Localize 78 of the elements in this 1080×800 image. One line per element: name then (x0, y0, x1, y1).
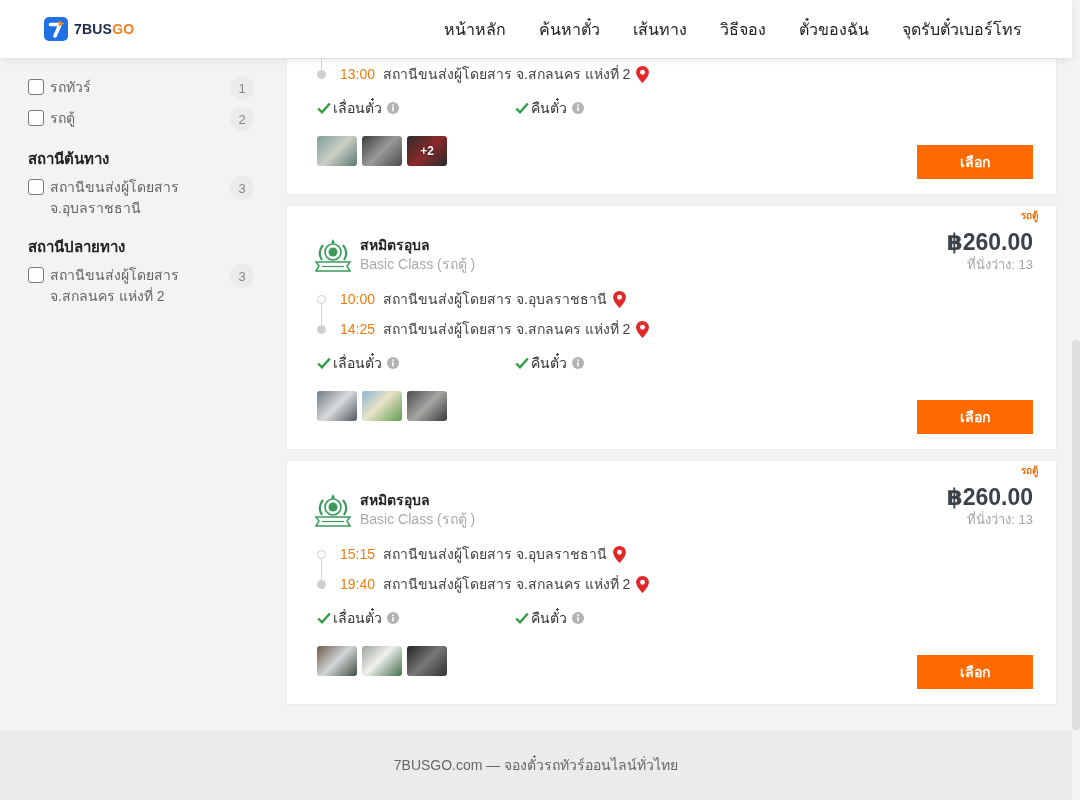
info-icon[interactable] (387, 357, 399, 369)
feature-label: คืนตั๋ว (531, 352, 567, 373)
bus-class: Basic Class (รถตู้ ) (360, 255, 476, 274)
info-icon[interactable] (572, 102, 584, 114)
stop-dot-icon (317, 69, 326, 79)
feature-label: คืนตั๋ว (531, 97, 567, 118)
station-name: สถานีขนส่งผู้โดยสาร จ.อุบลราชธานี (383, 545, 607, 565)
checkbox[interactable] (28, 267, 44, 283)
nav-link[interactable]: ค้นหาตั๋ว (539, 16, 600, 42)
checkbox[interactable] (28, 110, 44, 126)
count-badge: 1 (230, 76, 254, 100)
station-name: สถานีขนส่งผู้โดยสาร จ.สกลนคร แห่งที่ 2 (383, 319, 631, 340)
photo-placeholder[interactable] (317, 136, 357, 166)
stop-dot-icon (317, 579, 326, 589)
photo-placeholder[interactable] (362, 136, 402, 166)
price: ฿260.00 (946, 228, 1033, 256)
stop-time: 10:00 (340, 291, 376, 307)
filter-heading: สถานีต้นทาง (28, 149, 110, 169)
emblem-icon (313, 493, 353, 527)
nav-link[interactable]: หน้าหลัก (444, 16, 506, 42)
station-name: สถานีขนส่งผู้โดยสาร จ.อุบลราชธานี (383, 290, 607, 310)
nav-link[interactable]: วิธีจอง (720, 16, 766, 42)
photo-placeholder[interactable] (362, 646, 402, 676)
filter-option-label[interactable]: รถตู้ (50, 108, 75, 129)
feature-label: คืนตั๋ว (531, 607, 567, 628)
map-pin-icon[interactable] (636, 320, 650, 338)
stop-time: 15:15 (340, 546, 376, 562)
station-name: สถานีขนส่งผู้โดยสาร จ.สกลนคร แห่งที่ 2 (383, 64, 631, 85)
checkbox[interactable] (28, 179, 44, 195)
nav-link[interactable]: เส้นทาง (633, 16, 687, 42)
count-badge: 3 (230, 264, 254, 288)
stop-dot-icon (317, 324, 326, 334)
stop-dot-icon (317, 294, 326, 304)
more-photos-count[interactable]: +2 (420, 144, 434, 158)
map-pin-icon[interactable] (636, 65, 650, 83)
price: ฿260.00 (946, 483, 1033, 511)
feature-label: เลื่อนตั๋ว (333, 352, 382, 373)
map-pin-icon[interactable] (612, 545, 626, 563)
photo-placeholder[interactable] (407, 391, 447, 421)
vehicle-tag: รถตู้ (1021, 209, 1038, 223)
stop-time: 19:40 (340, 576, 376, 592)
photo-placeholder[interactable] (317, 391, 357, 421)
logo-icon (44, 17, 68, 41)
photo-placeholder[interactable] (407, 646, 447, 676)
bus-class: Basic Class (รถตู้ ) (360, 510, 476, 529)
vehicle-tag: รถตู้ (1021, 464, 1038, 478)
stop-dot-icon (317, 549, 326, 559)
info-icon[interactable] (572, 612, 584, 624)
photo-placeholder[interactable] (362, 391, 402, 421)
feature-label: เลื่อนตั๋ว (333, 607, 382, 628)
filter-heading: สถานีปลายทาง (28, 237, 126, 257)
seats-available: ที่นั่งว่าง: 13 (967, 257, 1033, 273)
map-pin-icon[interactable] (636, 575, 650, 593)
emblem-icon (313, 238, 353, 272)
footer-text: 7BUSGO.com — จองตั๋วรถทัวร์ออนไลน์ทั่วไทย (393, 754, 679, 775)
operator-name: สหมิตรอุบล (360, 491, 431, 510)
nav-link[interactable]: ตั๋วของฉัน (799, 16, 869, 42)
count-badge: 2 (230, 107, 254, 131)
seats-available: ที่นั่งว่าง: 13 (967, 512, 1033, 528)
filter-option-label[interactable]: รถทัวร์ (50, 77, 91, 98)
checkbox[interactable] (28, 79, 44, 95)
station-name: สถานีขนส่งผู้โดยสาร จ.สกลนคร แห่งที่ 2 (383, 574, 631, 595)
info-icon[interactable] (387, 102, 399, 114)
photo-placeholder[interactable] (317, 646, 357, 676)
info-icon[interactable] (387, 612, 399, 624)
count-badge: 3 (230, 176, 254, 200)
brand-name[interactable]: 7BUSGO (74, 21, 135, 37)
filter-option-label[interactable]: สถานีขนส่งผู้โดยสาร จ.สกลนคร แห่งที่ 2 (50, 265, 182, 307)
stop-time: 13:00 (340, 66, 376, 82)
map-pin-icon[interactable] (612, 290, 626, 308)
timeline-line (321, 59, 322, 70)
photo-placeholder[interactable]: +2 (407, 136, 447, 166)
operator-name: สหมิตรอุบล (360, 236, 431, 255)
info-icon[interactable] (572, 357, 584, 369)
stop-time: 14:25 (340, 321, 376, 337)
nav-link[interactable]: จุดรับตั๋วเบอร์โทร (902, 16, 1022, 42)
filter-option-label[interactable]: สถานีขนส่งผู้โดยสาร จ.อุบลราชธานี (50, 177, 182, 219)
feature-label: เลื่อนตั๋ว (333, 97, 382, 118)
